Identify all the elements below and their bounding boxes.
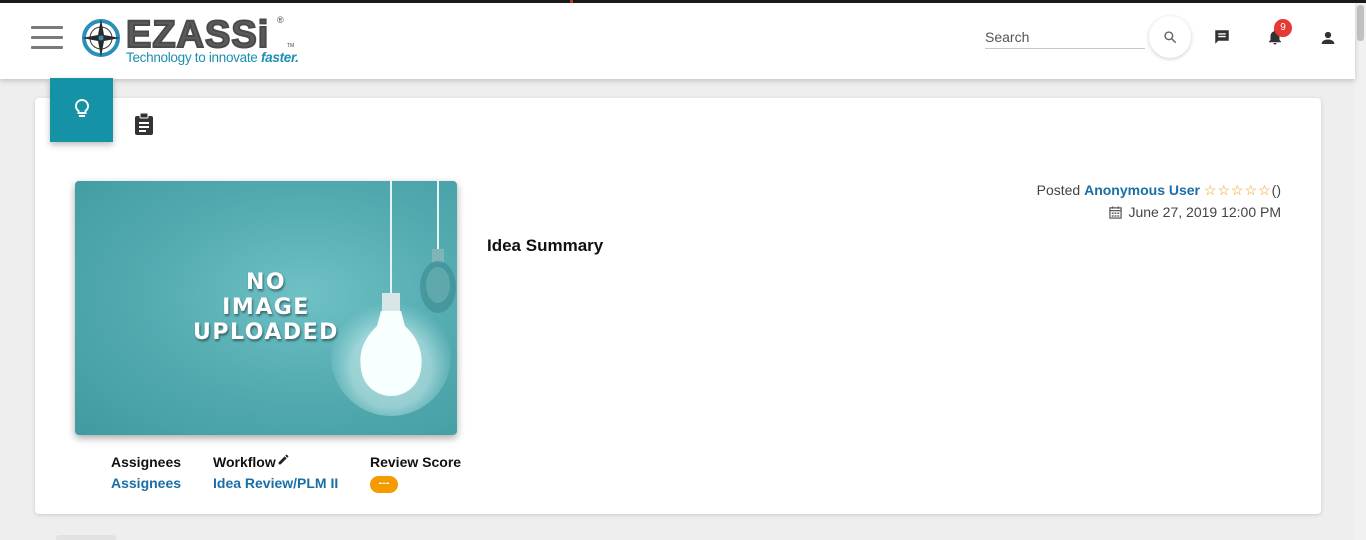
next-card-edge [56,535,116,540]
calendar-icon [1109,206,1123,219]
workflow-label: Workflow [213,454,276,470]
registered-mark: ® [277,15,284,25]
idea-title: Idea Summary [487,236,604,255]
posted-date: June 27, 2019 12:00 PM [1000,204,1281,220]
page-scrollbar[interactable] [1355,3,1366,540]
assignees-link[interactable]: Assignees [111,475,181,491]
compass-logo-icon [82,19,120,57]
search-icon [1164,31,1176,43]
review-score-badge: --- [370,476,398,493]
scrollbar-thumb[interactable] [1357,5,1364,41]
brand-logo[interactable]: EZASSi ® TM Technology to innovate faste… [80,15,300,67]
search-input[interactable] [985,25,1145,49]
tab-idea[interactable] [50,78,113,142]
posted-info: Posted Anonymous User ☆☆☆☆☆() [1036,182,1281,198]
menu-icon[interactable] [31,26,63,52]
trademark-mark: TM [287,43,295,49]
rating-stars[interactable]: ☆☆☆☆☆ [1204,182,1272,198]
person-icon[interactable] [1319,29,1337,47]
assignees-label: Assignees [111,454,182,470]
lightbulb-icon [74,98,90,117]
app-header: EZASSi ® TM Technology to innovate faste… [0,3,1355,79]
brand-name: EZASSi [125,14,270,56]
search-button[interactable] [1149,16,1191,58]
clipboard-icon[interactable] [133,112,155,136]
hanging-bulbs-illustration [331,181,456,416]
workflow-link[interactable]: Idea Review/PLM II [213,475,338,491]
pencil-icon[interactable] [277,453,290,466]
brand-tagline: Technology to innovate faster. [126,50,299,65]
idea-image-placeholder: NO IMAGE UPLOADED [75,181,457,435]
rating-count: () [1271,182,1281,198]
chat-icon[interactable] [1213,28,1231,46]
posted-by-link[interactable]: Anonymous User [1084,182,1200,198]
review-score-label: Review Score [370,454,462,470]
notification-badge: 9 [1274,19,1292,37]
